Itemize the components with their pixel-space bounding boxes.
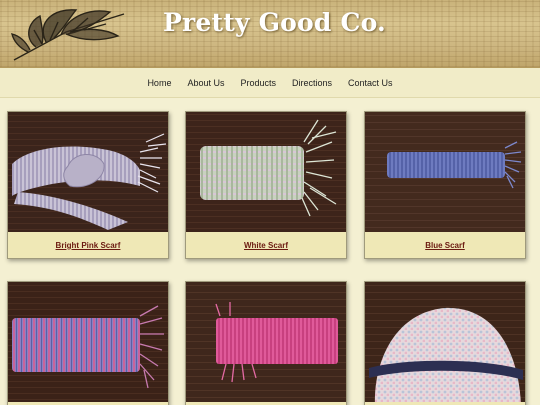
site-title: Pretty Good Co. bbox=[163, 8, 386, 37]
product-caption: Blue Scarf bbox=[365, 232, 525, 258]
product-link-blue-scarf[interactable]: Blue Scarf bbox=[425, 241, 465, 250]
product-card[interactable] bbox=[7, 281, 169, 405]
product-card-white-scarf[interactable]: White Scarf bbox=[185, 111, 347, 259]
nav-about-link[interactable]: About Us bbox=[187, 78, 224, 88]
nav-home-link[interactable]: Home bbox=[147, 78, 171, 88]
nav-products-link[interactable]: Products bbox=[240, 78, 276, 88]
product-photo-blue-scarf[interactable] bbox=[365, 112, 525, 232]
product-card[interactable] bbox=[185, 281, 347, 405]
product-caption: Bright Pink Scarf bbox=[8, 232, 168, 258]
site-header: Pretty Good Co. bbox=[0, 0, 540, 68]
product-link-bright-pink-scarf[interactable]: Bright Pink Scarf bbox=[56, 241, 121, 250]
product-card-bright-pink-scarf[interactable]: Bright Pink Scarf bbox=[7, 111, 169, 259]
nav-contact-link[interactable]: Contact Us bbox=[348, 78, 393, 88]
product-photo-bright-pink-scarf[interactable] bbox=[8, 112, 168, 232]
product-link-white-scarf[interactable]: White Scarf bbox=[244, 241, 288, 250]
main-nav: Home About Us Products Directions Contac… bbox=[0, 68, 540, 98]
nav-directions-link[interactable]: Directions bbox=[292, 78, 332, 88]
product-card-blue-scarf[interactable]: Blue Scarf bbox=[364, 111, 526, 259]
product-photo-white-scarf[interactable] bbox=[186, 112, 346, 232]
product-photo[interactable] bbox=[8, 282, 168, 402]
product-card[interactable] bbox=[364, 281, 526, 405]
product-photo[interactable] bbox=[186, 282, 346, 402]
product-caption: White Scarf bbox=[186, 232, 346, 258]
product-photo[interactable] bbox=[365, 282, 525, 402]
leaf-logo-icon[interactable] bbox=[6, 2, 136, 66]
